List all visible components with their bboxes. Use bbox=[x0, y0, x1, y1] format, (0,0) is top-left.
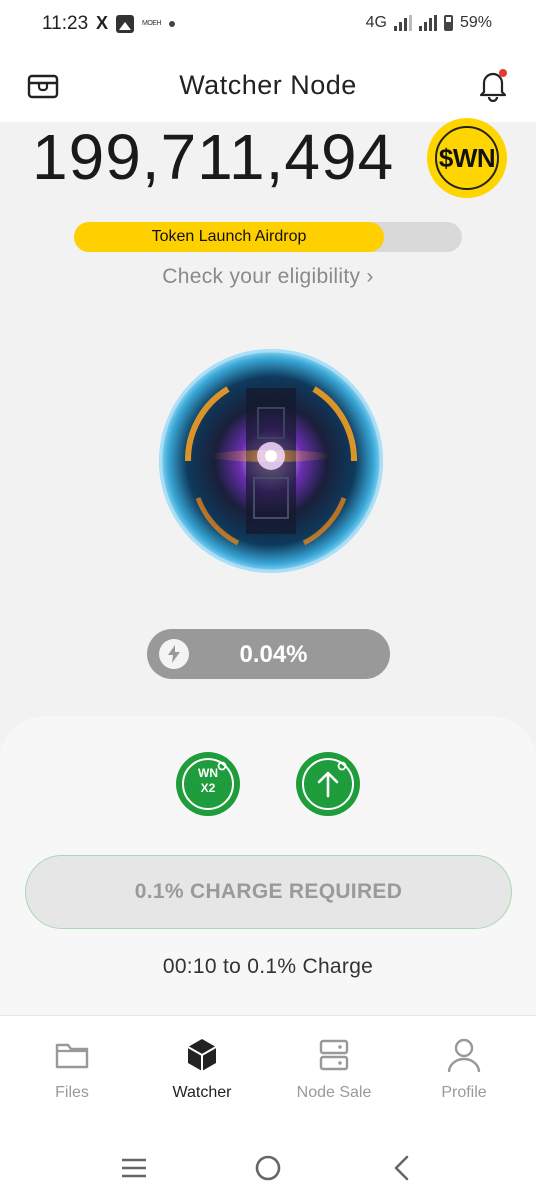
cube-icon bbox=[187, 1039, 217, 1071]
charge-level-pill: 0.04% bbox=[147, 629, 390, 679]
battery-icon bbox=[443, 15, 453, 31]
boost-label-line2: X2 bbox=[200, 781, 216, 795]
signal-icon-1 bbox=[393, 15, 412, 31]
nav-profile[interactable]: Profile bbox=[404, 1036, 524, 1102]
app-mini-icon: MOEH bbox=[142, 20, 162, 27]
charge-countdown: 00:10 to 0.1% Charge bbox=[162, 955, 374, 978]
x-app-icon: X bbox=[96, 13, 109, 33]
charge-required-button[interactable]: 0.1% CHARGE REQUIRED bbox=[25, 855, 512, 929]
page-title: Watcher Node bbox=[179, 70, 357, 100]
status-notification-icons: X MOEH bbox=[96, 13, 176, 34]
nav-files-label: Files bbox=[55, 1084, 89, 1101]
arrow-up-icon bbox=[317, 771, 339, 798]
server-icon bbox=[319, 1039, 349, 1071]
status-time: 11:23 bbox=[42, 13, 89, 34]
charge-value: 0.04% bbox=[239, 641, 308, 668]
nav-files[interactable]: Files bbox=[12, 1036, 132, 1102]
check-eligibility-link[interactable]: Check your eligibility › bbox=[0, 265, 536, 289]
wn-token-icon: $WN bbox=[427, 118, 507, 198]
status-bar: 11:23 X MOEH 4G 59% bbox=[0, 0, 536, 50]
nav-node-sale[interactable]: Node Sale bbox=[274, 1036, 394, 1102]
boost-label-line1: WN bbox=[198, 766, 218, 780]
app-header: Watcher Node bbox=[0, 50, 536, 122]
menu-icon[interactable] bbox=[120, 1156, 148, 1180]
user-icon bbox=[447, 1038, 481, 1073]
nav-profile-label: Profile bbox=[441, 1084, 487, 1101]
signal-icon-2 bbox=[418, 15, 437, 31]
airdrop-label: Token Launch Airdrop bbox=[151, 228, 307, 245]
bell-icon[interactable] bbox=[476, 68, 510, 102]
gallery-icon bbox=[116, 14, 135, 33]
status-right: 4G 59% bbox=[366, 14, 492, 32]
system-nav-bar bbox=[0, 1140, 536, 1200]
token-symbol: $WN bbox=[438, 142, 496, 173]
nav-watcher-label: Watcher bbox=[172, 1084, 232, 1101]
nav-watcher[interactable]: Watcher bbox=[142, 1036, 262, 1102]
token-balance: 199,711,494 bbox=[32, 121, 395, 193]
wn-x2-boost-button[interactable]: WN X2 bbox=[176, 752, 240, 816]
folder-icon bbox=[55, 1043, 89, 1069]
home-icon[interactable] bbox=[254, 1154, 282, 1182]
more-notifications-dot-icon bbox=[169, 20, 176, 27]
watcher-node-orb-image[interactable] bbox=[158, 348, 384, 574]
notification-dot bbox=[499, 69, 507, 77]
nav-node-sale-label: Node Sale bbox=[296, 1084, 372, 1101]
upgrade-button[interactable] bbox=[296, 752, 360, 816]
battery-level: 59% bbox=[459, 14, 492, 31]
back-icon[interactable] bbox=[390, 1154, 414, 1182]
bottom-nav: Files Watcher Node Sale Profile bbox=[0, 1015, 536, 1140]
network-type: 4G bbox=[365, 14, 387, 31]
